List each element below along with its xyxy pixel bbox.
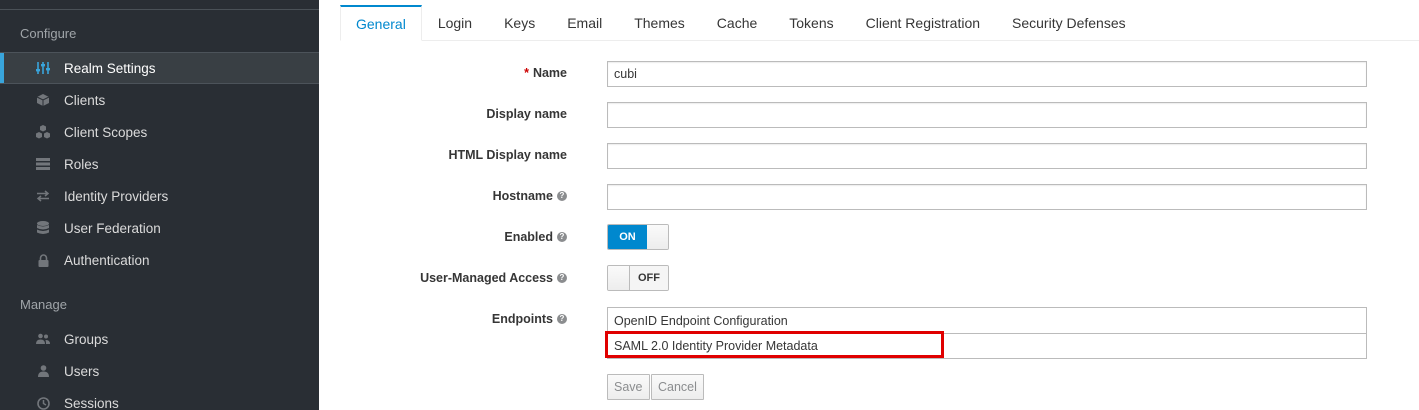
sidebar-item-roles[interactable]: Roles [0, 148, 319, 180]
sliders-icon [35, 60, 51, 76]
sidebar-item-label: Sessions [64, 395, 119, 410]
main-content: General Login Keys Email Themes Cache To… [319, 0, 1419, 410]
sidebar-item-label: User Federation [64, 220, 161, 236]
tab-tokens[interactable]: Tokens [773, 5, 849, 41]
list-icon [35, 156, 51, 172]
lock-icon [35, 252, 51, 268]
cancel-button[interactable]: Cancel [651, 374, 704, 400]
help-icon[interactable]: ? [557, 273, 567, 283]
sidebar: Configure Realm Settings Clients Client … [0, 0, 319, 410]
clock-icon [35, 395, 51, 410]
name-field[interactable]: cubi [607, 61, 1367, 87]
tab-login[interactable]: Login [422, 5, 488, 41]
save-button[interactable]: Save [607, 374, 650, 400]
display-name-label: Display name [486, 107, 567, 121]
sidebar-item-users[interactable]: Users [0, 355, 319, 387]
sidebar-item-identity-providers[interactable]: Identity Providers [0, 180, 319, 212]
hostname-label: Hostname ? [493, 189, 567, 203]
users-icon [35, 331, 51, 347]
settings-tabs: General Login Keys Email Themes Cache To… [340, 5, 1142, 41]
sidebar-item-label: Authentication [64, 252, 150, 268]
html-display-name-label-text: HTML Display name [448, 148, 567, 162]
openid-endpoint-link[interactable]: OpenID Endpoint Configuration [608, 308, 1366, 333]
hostname-label-text: Hostname [492, 189, 553, 203]
configure-heading: Configure [20, 26, 77, 41]
sidebar-item-user-federation[interactable]: User Federation [0, 212, 319, 244]
sidebar-item-label: Users [64, 363, 100, 379]
tab-security-defenses[interactable]: Security Defenses [996, 5, 1142, 41]
cube-icon [35, 92, 51, 108]
enabled-label: Enabled ? [504, 230, 567, 244]
sidebar-item-sessions[interactable]: Sessions [0, 387, 319, 410]
user-icon [35, 363, 51, 379]
sidebar-item-realm-settings[interactable]: Realm Settings [0, 52, 319, 84]
tab-general[interactable]: General [340, 5, 422, 41]
toggle-handle [608, 266, 630, 290]
html-display-name-label: HTML Display name [448, 148, 567, 162]
endpoints-label: Endpoints ? [492, 312, 567, 326]
help-icon[interactable]: ? [557, 191, 567, 201]
sidebar-item-clients[interactable]: Clients [0, 84, 319, 116]
help-icon[interactable]: ? [557, 232, 567, 242]
name-label-text: Name [532, 66, 567, 80]
tab-client-registration[interactable]: Client Registration [850, 5, 996, 41]
tab-themes[interactable]: Themes [618, 5, 701, 41]
database-icon [35, 220, 51, 236]
toggle-on-label: ON [608, 225, 647, 249]
enabled-toggle[interactable]: ON [607, 224, 669, 250]
sidebar-item-groups[interactable]: Groups [0, 323, 319, 355]
sidebar-item-label: Groups [64, 331, 109, 347]
sidebar-divider [0, 9, 319, 10]
sidebar-item-label: Clients [64, 92, 106, 108]
sidebar-item-client-scopes[interactable]: Client Scopes [0, 116, 319, 148]
active-indicator [0, 53, 4, 83]
exchange-icon [35, 188, 51, 204]
uma-label: User-Managed Access ? [420, 271, 567, 285]
manage-heading: Manage [20, 297, 67, 312]
tab-keys[interactable]: Keys [488, 5, 551, 41]
name-label: * Name [524, 66, 567, 80]
tab-email[interactable]: Email [551, 5, 618, 41]
sidebar-item-authentication[interactable]: Authentication [0, 244, 319, 276]
enabled-label-text: Enabled [504, 230, 553, 244]
toggle-off-label: OFF [630, 266, 668, 290]
toggle-handle [647, 225, 668, 249]
html-display-name-field[interactable] [607, 143, 1367, 169]
required-marker: * [524, 66, 529, 80]
sidebar-item-label: Roles [64, 156, 99, 172]
tab-cache[interactable]: Cache [701, 5, 773, 41]
cubes-icon [35, 124, 51, 140]
display-name-label-text: Display name [486, 107, 567, 121]
uma-toggle[interactable]: OFF [607, 265, 669, 291]
hostname-field[interactable] [607, 184, 1367, 210]
help-icon[interactable]: ? [557, 314, 567, 324]
sidebar-item-label: Client Scopes [64, 124, 148, 140]
display-name-field[interactable] [607, 102, 1367, 128]
sidebar-item-label: Identity Providers [64, 188, 169, 204]
saml-metadata-link[interactable]: SAML 2.0 Identity Provider Metadata [608, 333, 1366, 358]
sidebar-item-label: Realm Settings [64, 60, 156, 76]
uma-label-text: User-Managed Access [420, 271, 553, 285]
endpoints-label-text: Endpoints [491, 312, 553, 326]
endpoints-list: OpenID Endpoint Configuration SAML 2.0 I… [607, 307, 1367, 359]
